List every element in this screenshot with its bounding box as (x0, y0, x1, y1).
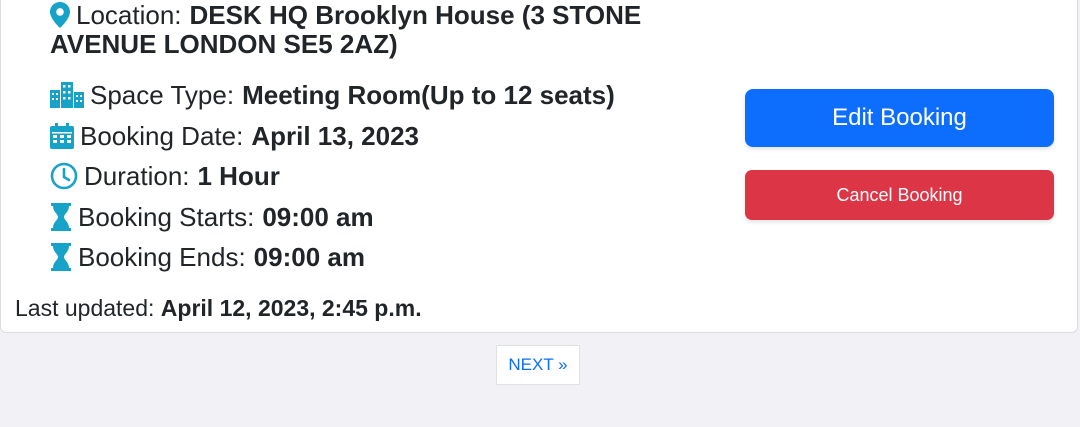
space-type-label: Space Type: (90, 80, 235, 110)
next-page-link[interactable]: NEXT » (496, 345, 580, 385)
booking-ends-label: Booking Ends: (78, 242, 246, 272)
booking-ends-value: 09:00 am (253, 242, 365, 272)
hourglass-icon (50, 203, 72, 231)
booking-date-row: Booking Date: April 13, 2023 (50, 121, 419, 151)
city-buildings-icon (50, 82, 84, 108)
booking-starts-value: 09:00 am (262, 202, 374, 232)
space-type-value: Meeting Room(Up to 12 seats) (242, 80, 615, 110)
booking-date-label: Booking Date: (80, 121, 244, 151)
duration-label: Duration: (84, 161, 190, 191)
hourglass-icon (50, 243, 72, 271)
booking-starts-label: Booking Starts: (78, 202, 255, 232)
cancel-booking-button[interactable]: Cancel Booking (745, 170, 1054, 220)
location-row: Location: DESK HQ Brooklyn House (3 STON… (50, 0, 641, 30)
last-updated-value: April 12, 2023, 2:45 p.m. (160, 295, 422, 321)
booking-date-value: April 13, 2023 (251, 121, 419, 151)
last-updated: Last updated: April 12, 2023, 2:45 p.m. (15, 294, 422, 322)
map-pin-icon (50, 2, 70, 28)
clock-icon (50, 162, 78, 190)
booking-ends-row: Booking Ends: 09:00 am (50, 242, 365, 272)
calendar-icon (50, 123, 74, 149)
duration-value: 1 Hour (197, 161, 280, 191)
edit-booking-button[interactable]: Edit Booking (745, 89, 1054, 147)
location-value-continued: AVENUE LONDON SE5 2AZ) (50, 29, 398, 59)
last-updated-label: Last updated: (15, 295, 155, 321)
duration-row: Duration: 1 Hour (50, 161, 280, 191)
booking-card: Location: DESK HQ Brooklyn House (3 STON… (0, 0, 1078, 333)
location-value: DESK HQ Brooklyn House (3 STONE (189, 0, 642, 30)
location-label: Location: (76, 0, 182, 30)
space-type-row: Space Type: Meeting Room(Up to 12 seats) (50, 80, 615, 110)
booking-starts-row: Booking Starts: 09:00 am (50, 202, 374, 232)
